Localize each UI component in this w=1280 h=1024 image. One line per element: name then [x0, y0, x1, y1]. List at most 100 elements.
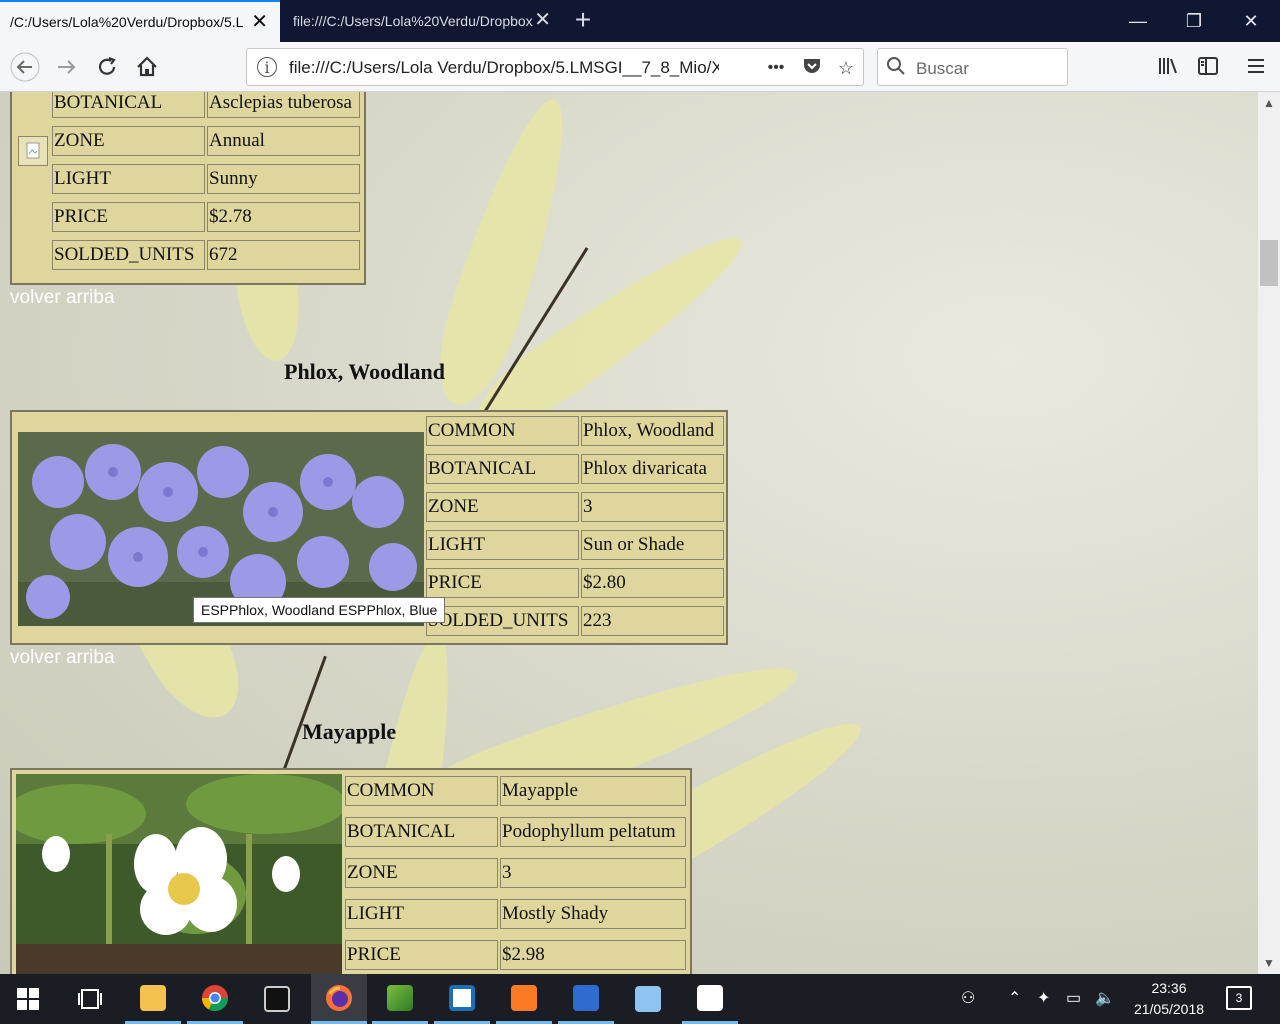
cell-value: $2.80 [581, 568, 724, 598]
back-to-top-link[interactable]: volver arriba [10, 647, 115, 669]
url-bar[interactable]: i file:///C:/Users/Lola Verdu/Dropbox/5.… [246, 48, 864, 86]
cell-label: LIGHT [426, 530, 579, 560]
cell-label: BOTANICAL [52, 92, 205, 118]
network-icon[interactable]: ▭ [1066, 988, 1081, 1008]
cell-value: Asclepias tuberosa [207, 92, 360, 118]
menu-icon[interactable] [1242, 54, 1270, 82]
close-tab-icon[interactable]: ✕ [251, 12, 268, 32]
tab-second[interactable]: file:///C:/Users/Lola%20Verdu/Dropbox/5.… [283, 0, 563, 42]
cell-label: ZONE [345, 858, 498, 888]
terminal-button[interactable] [249, 974, 305, 1024]
cell-value: Podophyllum peltatum [500, 817, 686, 847]
xml-editor-icon [573, 984, 599, 1011]
pocket-icon[interactable] [799, 55, 825, 81]
back-to-top-link[interactable]: volver arriba [10, 287, 115, 309]
tab-strip: /C:/Users/Lola%20Verdu/Dropbox/5.LMSGI__… [0, 0, 1280, 42]
cell-label: SOLDED_UNITS [426, 606, 579, 636]
cell-value: 223 [581, 606, 724, 636]
search-placeholder: Buscar [916, 59, 969, 78]
xampp-button[interactable] [496, 974, 552, 1024]
cell-label: BOTANICAL [426, 454, 579, 484]
cell-label: PRICE [345, 940, 498, 970]
navigation-toolbar: i file:///C:/Users/Lola Verdu/Dropbox/5.… [0, 42, 1280, 92]
cell-value: 672 [207, 240, 360, 270]
mayapple-image [16, 774, 342, 974]
cell-value: Phlox divaricata [581, 454, 724, 484]
cell-value: 3 [581, 492, 724, 522]
firefox-icon [326, 984, 352, 1011]
app-button[interactable] [372, 974, 428, 1024]
cell-label: COMMON [426, 416, 579, 446]
app-button[interactable] [434, 974, 490, 1024]
dropbox-icon[interactable]: ✦ [1037, 988, 1050, 1008]
photos-button[interactable] [682, 974, 738, 1024]
sidebar-icon[interactable] [1194, 54, 1222, 82]
notifications-icon[interactable]: 3 [1226, 986, 1252, 1010]
cell-value: Sun or Shade [581, 530, 724, 560]
firefox-button[interactable] [311, 974, 367, 1024]
plant-table: BOTANICAL Asclepias tuberosa ZONE Annual… [10, 92, 366, 285]
folder-icon [140, 984, 166, 1011]
page-viewport: BOTANICAL Asclepias tuberosa ZONE Annual… [0, 92, 1258, 974]
xml-editor-button[interactable] [558, 974, 614, 1024]
editor-icon [449, 984, 475, 1011]
close-window-button[interactable]: ✕ [1236, 6, 1266, 36]
cell-label: SOLDED_UNITS [52, 240, 205, 270]
virtualbox-button[interactable] [620, 974, 676, 1024]
search-box[interactable]: Buscar [877, 48, 1068, 86]
chrome-button[interactable] [187, 974, 243, 1024]
vertical-scrollbar[interactable]: ▲ ▼ [1258, 92, 1280, 974]
show-hidden-icons[interactable]: ⌃ [1008, 988, 1021, 1008]
xampp-icon [511, 984, 537, 1011]
cell-value: Annual [207, 126, 360, 156]
tab-title: /C:/Users/Lola%20Verdu/Dropbox/5.LMSGI__… [10, 14, 244, 30]
library-icon[interactable] [1154, 54, 1182, 82]
scroll-down-icon[interactable]: ▼ [1258, 954, 1280, 972]
clock-date: 21/05/2018 [1133, 1001, 1205, 1017]
reload-icon [98, 56, 116, 75]
clock[interactable]: 23:36 21/05/2018 [1124, 978, 1214, 1020]
image-viewer-icon [387, 984, 413, 1011]
cell-value: Mostly Shady [500, 899, 686, 929]
home-icon [137, 56, 157, 77]
forward-button[interactable] [52, 52, 82, 82]
tab-active[interactable]: /C:/Users/Lola%20Verdu/Dropbox/5.LMSGI__… [0, 0, 280, 42]
people-icon[interactable]: ⚇ [961, 988, 975, 1008]
back-arrow-icon [10, 52, 40, 82]
new-tab-button[interactable]: + [568, 6, 598, 36]
page-actions-button[interactable]: ••• [763, 55, 789, 81]
volume-icon[interactable]: 🔈 [1095, 988, 1115, 1008]
cell-label: ZONE [426, 492, 579, 522]
windows-icon [17, 988, 39, 1010]
file-explorer-button[interactable] [125, 974, 181, 1024]
terminal-icon [264, 986, 290, 1012]
search-icon [886, 56, 906, 82]
cell-value: Phlox, Woodland [581, 416, 724, 446]
back-button[interactable] [10, 52, 40, 82]
scrollbar-thumb[interactable] [1260, 240, 1278, 286]
virtualbox-icon [635, 986, 661, 1012]
cell-label: LIGHT [345, 899, 498, 929]
restore-button[interactable]: ❐ [1179, 6, 1209, 36]
url-text[interactable]: file:///C:/Users/Lola Verdu/Dropbox/5.LM… [289, 58, 719, 78]
cell-value: Mayapple [500, 776, 686, 806]
start-button[interactable] [0, 974, 56, 1024]
home-button[interactable] [132, 52, 162, 82]
close-tab-icon[interactable]: ✕ [534, 10, 551, 30]
cell-value: 3 [500, 858, 686, 888]
site-info-icon[interactable]: i [257, 57, 277, 77]
cell-label: LIGHT [52, 164, 205, 194]
bookmark-star-icon[interactable]: ☆ [833, 55, 859, 81]
clock-time: 23:36 [1151, 980, 1187, 996]
broken-image-icon [18, 136, 48, 166]
scroll-up-icon[interactable]: ▲ [1258, 94, 1280, 112]
reload-button[interactable] [92, 52, 122, 82]
minimize-button[interactable]: — [1123, 6, 1153, 36]
plant-heading: Mayapple [302, 719, 397, 744]
cell-value: $2.98 [500, 940, 686, 970]
cell-value: $2.78 [207, 202, 360, 232]
tab-title: file:///C:/Users/Lola%20Verdu/Dropbox/5.… [293, 13, 533, 29]
cell-label: PRICE [52, 202, 205, 232]
task-view-button[interactable] [62, 974, 118, 1024]
chrome-icon [201, 984, 229, 1011]
